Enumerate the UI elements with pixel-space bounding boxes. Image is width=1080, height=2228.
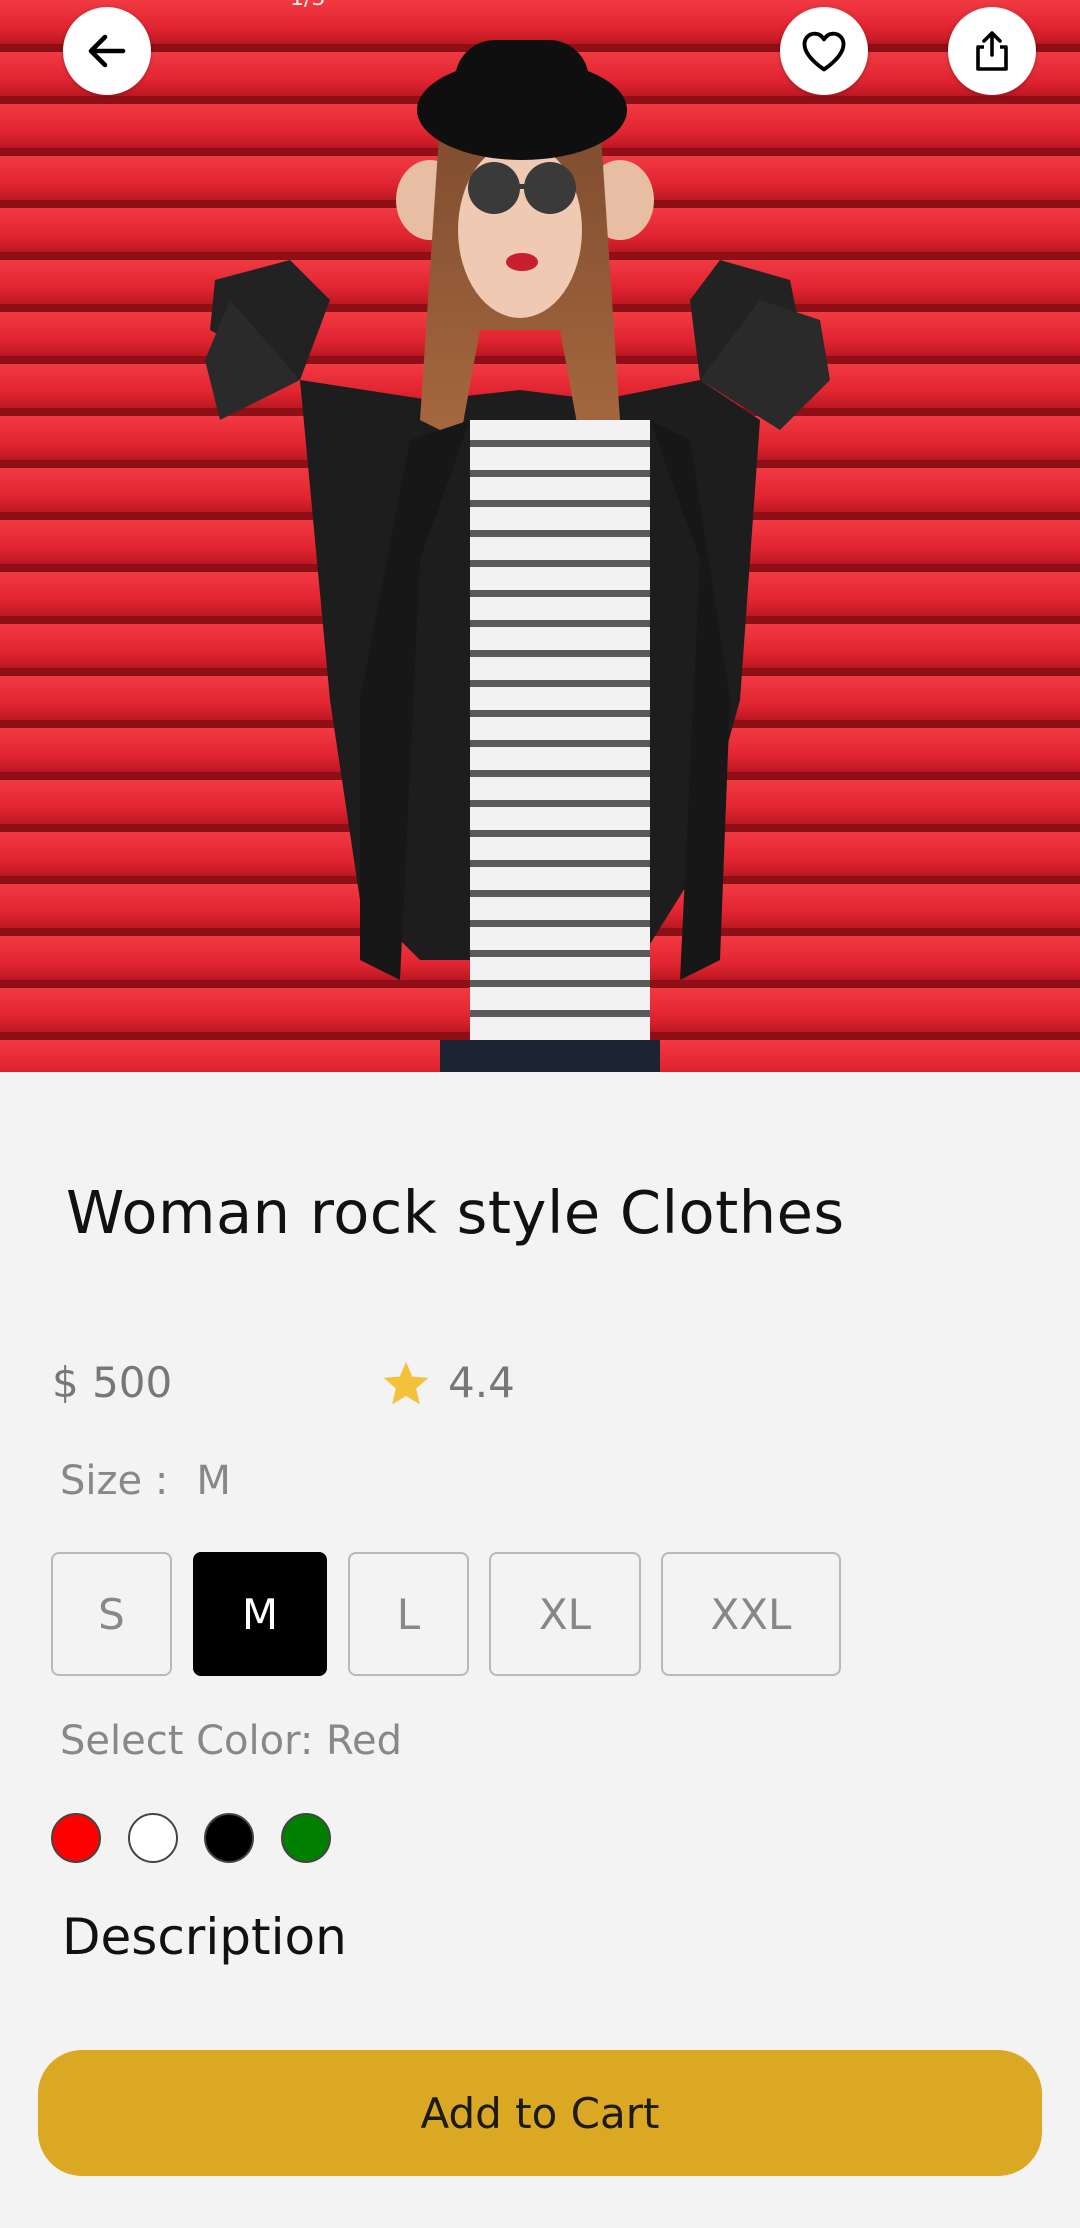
share-button[interactable] <box>948 7 1036 95</box>
color-swatch-black[interactable] <box>204 1813 254 1863</box>
size-label: Size : M <box>60 1458 231 1504</box>
color-label: Select Color: Red <box>60 1718 403 1764</box>
selected-size-value: M <box>196 1458 231 1504</box>
back-button[interactable] <box>63 7 151 95</box>
size-label-text: Size : <box>60 1458 169 1504</box>
product-rating: 4.4 <box>448 1358 515 1407</box>
size-option-xl[interactable]: XL <box>489 1552 641 1676</box>
arrow-left-icon <box>88 34 126 68</box>
image-pager-indicator: 1/3 <box>290 0 325 11</box>
heart-outline-icon <box>802 31 846 72</box>
share-icon <box>976 31 1008 71</box>
product-price: $ 500 <box>52 1358 173 1407</box>
size-option-m[interactable]: M <box>193 1552 327 1676</box>
product-image: 1/3 <box>0 0 1080 1072</box>
product-title: Woman rock style Clothes <box>66 1178 845 1247</box>
description-heading: Description <box>62 1908 347 1966</box>
color-swatch-green[interactable] <box>281 1813 331 1863</box>
size-option-s[interactable]: S <box>51 1552 172 1676</box>
favorite-button[interactable] <box>780 7 868 95</box>
color-swatch-white[interactable] <box>128 1813 178 1863</box>
color-swatch-red[interactable] <box>51 1813 101 1863</box>
product-photo <box>0 0 1080 1072</box>
star-icon <box>383 1361 429 1405</box>
add-to-cart-button[interactable]: Add to Cart <box>38 2050 1042 2176</box>
size-option-l[interactable]: L <box>348 1552 469 1676</box>
size-option-xxl[interactable]: XXL <box>661 1552 841 1676</box>
